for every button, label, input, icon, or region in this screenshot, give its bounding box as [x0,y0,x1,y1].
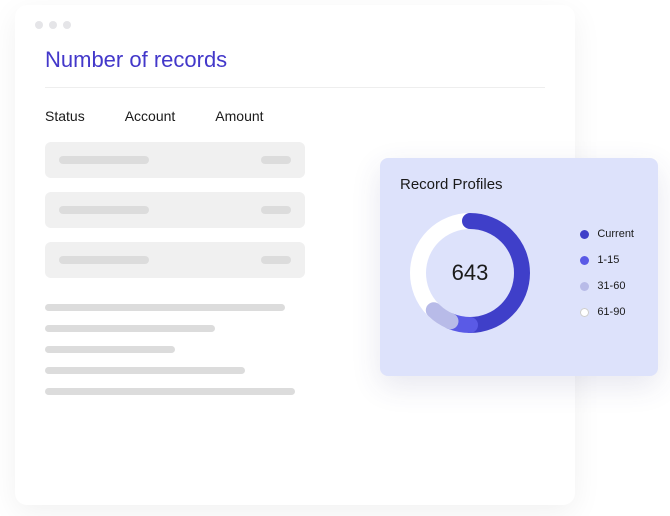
legend-label: Current [597,228,634,240]
skeleton-bar [261,256,291,264]
chart-legend: Current 1-15 31-60 61-90 [580,228,638,318]
window-dot-icon [63,21,71,29]
legend-dot-icon [580,256,589,265]
legend-dot-icon [580,282,589,291]
col-status: Status [45,108,85,124]
window-controls [15,5,575,37]
window-dot-icon [35,21,43,29]
skeleton-line [45,304,285,311]
skeleton-line [45,346,175,353]
col-amount: Amount [215,108,263,124]
table-row [45,142,305,178]
table-row [45,242,305,278]
card-title: Record Profiles [400,176,638,193]
table-header: Status Account Amount [45,108,545,124]
skeleton-line [45,325,215,332]
legend-label: 61-90 [597,306,625,318]
legend-item-current: Current [580,228,634,240]
window-dot-icon [49,21,57,29]
col-account: Account [125,108,176,124]
skeleton-bar [59,156,149,164]
legend-item-31-60: 31-60 [580,280,634,292]
legend-label: 31-60 [597,280,625,292]
legend-dot-icon [580,230,589,239]
skeleton-bar [59,206,149,214]
skeleton-bar [261,206,291,214]
divider [45,87,545,88]
legend-item-1-15: 1-15 [580,254,634,266]
legend-label: 1-15 [597,254,619,266]
table-row [45,192,305,228]
skeleton-line [45,388,295,395]
page-title: Number of records [45,47,545,73]
skeleton-bar [59,256,149,264]
donut-center-value: 643 [452,260,489,286]
legend-dot-icon [580,308,589,317]
skeleton-line [45,367,245,374]
legend-item-61-90: 61-90 [580,306,634,318]
skeleton-bar [261,156,291,164]
record-profiles-card: Record Profiles 643 Current 1-15 [380,158,658,376]
donut-chart: 643 [400,203,540,343]
